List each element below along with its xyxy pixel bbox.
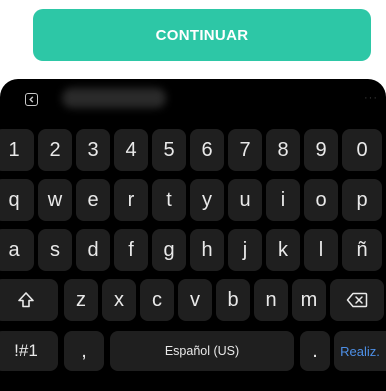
key-l[interactable]: l — [304, 229, 338, 271]
key-a[interactable]: a — [0, 229, 34, 271]
key-i[interactable]: i — [266, 179, 300, 221]
key-8[interactable]: 8 — [266, 129, 300, 171]
enter-key[interactable]: Realiz. — [334, 331, 386, 371]
key-s[interactable]: s — [38, 229, 72, 271]
key-o[interactable]: o — [304, 179, 338, 221]
key-f[interactable]: f — [114, 229, 148, 271]
key-n[interactable]: n — [254, 279, 288, 321]
key-m[interactable]: m — [292, 279, 326, 321]
key-d[interactable]: d — [76, 229, 110, 271]
backspace-icon[interactable] — [330, 279, 384, 321]
key-4[interactable]: 4 — [114, 129, 148, 171]
key-q[interactable]: q — [0, 179, 34, 221]
onscreen-keyboard: ··· 1 2 3 4 5 6 7 8 9 0 q w e r t y u i … — [0, 79, 386, 391]
key-j[interactable]: j — [228, 229, 262, 271]
key-2[interactable]: 2 — [38, 129, 72, 171]
key-t[interactable]: t — [152, 179, 186, 221]
key-w[interactable]: w — [38, 179, 72, 221]
symbols-key[interactable]: !#1 — [0, 331, 58, 371]
key-9[interactable]: 9 — [304, 129, 338, 171]
shift-icon[interactable] — [0, 279, 58, 321]
key-z[interactable]: z — [64, 279, 98, 321]
key-g[interactable]: g — [152, 229, 186, 271]
key-y[interactable]: y — [190, 179, 224, 221]
key-c[interactable]: c — [140, 279, 174, 321]
chevron-left-square-icon[interactable] — [25, 93, 38, 106]
key-b[interactable]: b — [216, 279, 250, 321]
comma-key[interactable]: , — [64, 331, 104, 371]
key-x[interactable]: x — [102, 279, 136, 321]
key-5[interactable]: 5 — [152, 129, 186, 171]
key-1[interactable]: 1 — [0, 129, 34, 171]
key-v[interactable]: v — [178, 279, 212, 321]
key-n-tilde[interactable]: ñ — [342, 229, 382, 271]
key-3[interactable]: 3 — [76, 129, 110, 171]
key-u[interactable]: u — [228, 179, 262, 221]
key-6[interactable]: 6 — [190, 129, 224, 171]
key-7[interactable]: 7 — [228, 129, 262, 171]
key-p[interactable]: p — [342, 179, 382, 221]
key-r[interactable]: r — [114, 179, 148, 221]
key-0[interactable]: 0 — [342, 129, 382, 171]
blurred-suggestion — [62, 88, 166, 108]
ellipsis-icon[interactable]: ··· — [364, 92, 378, 104]
key-k[interactable]: k — [266, 229, 300, 271]
key-h[interactable]: h — [190, 229, 224, 271]
space-key[interactable]: Español (US) — [110, 331, 294, 371]
key-e[interactable]: e — [76, 179, 110, 221]
keyboard-toolbar: ··· — [0, 79, 386, 121]
period-key[interactable]: . — [300, 331, 330, 371]
continue-button[interactable]: CONTINUAR — [33, 9, 371, 61]
